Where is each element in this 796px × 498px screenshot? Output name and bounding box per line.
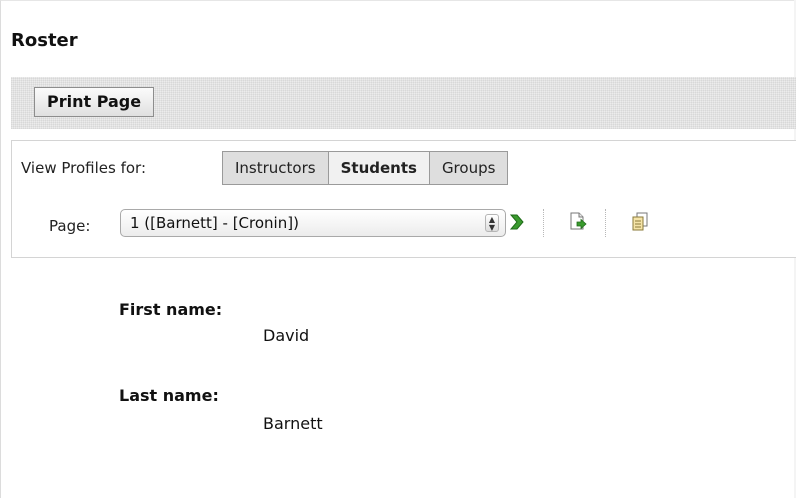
profile-navigation: View Profiles for: Instructors Students … (11, 140, 796, 258)
copy-icon[interactable] (630, 211, 650, 233)
print-page-button[interactable]: Print Page (34, 87, 155, 117)
export-page-icon[interactable] (568, 211, 588, 233)
roster-panel: Roster Print Page View Profiles for: Ins… (0, 0, 796, 498)
profile-type-tabs: Instructors Students Groups (222, 151, 509, 185)
tab-instructors[interactable]: Instructors (223, 152, 328, 184)
toolbar-separator (605, 209, 606, 237)
first-name-label: First name: (119, 300, 223, 319)
view-profiles-label: View Profiles for: (21, 159, 147, 177)
page-label: Page: (49, 217, 91, 235)
select-arrows-icon: ▲ ▼ (485, 214, 499, 232)
toolbar: Print Page (11, 77, 796, 129)
page-select-value: 1 ([Barnett] - [Cronin]) (130, 214, 299, 232)
first-name-value: David (263, 326, 310, 345)
tab-groups[interactable]: Groups (428, 152, 508, 184)
tab-students[interactable]: Students (327, 152, 429, 184)
toolbar-separator (543, 209, 544, 237)
last-name-value: Barnett (263, 414, 323, 433)
page-select[interactable]: 1 ([Barnett] - [Cronin]) ▲ ▼ (120, 209, 506, 237)
page-title: Roster (11, 30, 78, 51)
go-arrow-icon[interactable] (508, 212, 526, 232)
last-name-label: Last name: (119, 386, 219, 405)
